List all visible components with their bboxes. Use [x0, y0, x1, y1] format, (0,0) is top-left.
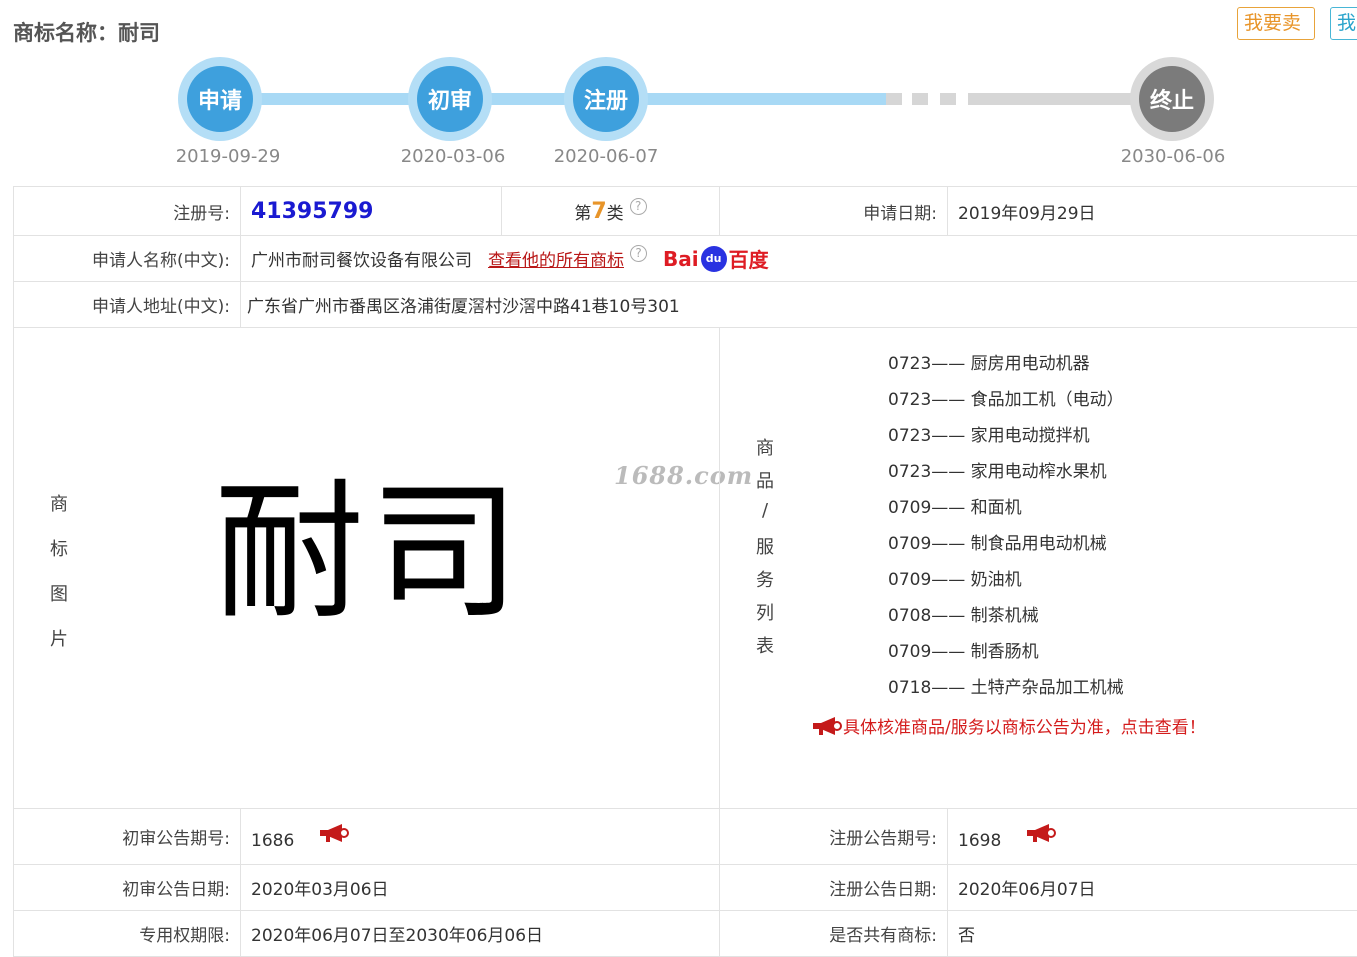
reg-no-label: 注册号:	[13, 187, 240, 235]
applicant-label: 申请人名称(中文):	[13, 236, 240, 281]
mark-image-cell: 商 标 图 片 耐司 1688.com	[13, 328, 752, 808]
trademark-info-table: 注册号: 41395799 第 7 类 ? 申请日期: 2019年09月29日 …	[13, 186, 1357, 957]
timeline-node-prelim: 初审	[408, 57, 492, 141]
table-row: 申请人地址(中文): 广东省广州市番禺区洛浦街厦滘村沙滘中路41巷10号301	[13, 282, 1357, 328]
megaphone-icon	[813, 716, 842, 735]
table-row: 申请人名称(中文): 广州市耐司餐饮设备有限公司 查看他的所有商标 ? Bai …	[13, 236, 1357, 282]
table-row: 初审公告期号: 1686 注册公告期号: 1698	[13, 809, 1357, 865]
baidu-logo-text: Bai	[663, 246, 699, 271]
list-item: 0723—— 家用电动榨水果机	[888, 462, 1107, 482]
timeline-dash	[940, 93, 956, 105]
megaphone-icon[interactable]	[318, 823, 350, 843]
reg-bulletin-no-cell: 1698	[947, 809, 1357, 864]
timeline-date: 2020-03-06	[400, 146, 506, 167]
timeline-node-register: 注册	[564, 57, 648, 141]
prelim-no-value: 1686	[251, 830, 295, 851]
reg-bulletin-no-value: 1698	[958, 830, 1002, 851]
list-item: 0709—— 和面机	[888, 498, 1022, 518]
prelim-date-label: 初审公告日期:	[13, 865, 240, 910]
timeline-node-label: 初审	[417, 66, 483, 132]
list-item: 0723—— 家用电动搅拌机	[888, 426, 1090, 446]
reg-date-label: 注册公告日期:	[719, 865, 947, 910]
mark-goods-section: 商 标 图 片 耐司 1688.com 商 品 / 服 务 列 表 0723——…	[13, 328, 1357, 809]
reg-no-cell: 41395799	[240, 187, 501, 235]
timeline-date: 2030-06-06	[1120, 146, 1226, 167]
table-row: 专用权期限: 2020年06月07日至2030年06月06日 是否共有商标: 否	[13, 911, 1357, 957]
megaphone-icon[interactable]	[1025, 823, 1057, 843]
timeline-dash	[886, 93, 902, 105]
class-prefix: 第	[574, 203, 592, 224]
timeline-node-label: 注册	[573, 66, 639, 132]
sell-button[interactable]: 我要卖	[1237, 7, 1315, 40]
baidu-search-link[interactable]: Bai du 百度	[663, 244, 769, 273]
apply-date-value: 2019年09月29日	[947, 187, 1357, 235]
address-value: 广东省广州市番禺区洛浦街厦滘村沙滘中路41巷10号301	[240, 282, 1357, 327]
list-item: 0709—— 制食品用电动机械	[888, 534, 1107, 554]
page-title: 商标名称：耐司	[13, 21, 160, 45]
shared-value: 否	[947, 911, 1357, 956]
baidu-logo-cn: 百度	[728, 248, 769, 272]
mark-image-label: 商 标 图 片	[50, 494, 68, 650]
timeline-node-label: 终止	[1139, 66, 1205, 132]
goods-list: 0723—— 厨房用电动机器 0723—— 食品加工机（电动） 0723—— 家…	[888, 354, 1124, 714]
class-cell: 第 7 类 ?	[501, 187, 719, 235]
timeline-node-end: 终止	[1130, 57, 1214, 141]
goods-notice-link[interactable]: 具体核准商品/服务以商标公告为准，点击查看！	[811, 713, 1206, 738]
timeline-date: 2020-06-07	[553, 146, 659, 167]
timeline-progress-line	[220, 93, 886, 105]
baidu-paw-icon: du	[700, 245, 727, 272]
apply-date-label: 申请日期:	[719, 187, 947, 235]
timeline-node-apply: 申请	[178, 57, 262, 141]
class-number: 7	[591, 198, 607, 224]
trademark-detail-page: 商标名称：耐司 我要卖 我 申请 初审 注册 终止 2019-09-29 202…	[0, 0, 1357, 957]
help-icon[interactable]: ?	[629, 197, 647, 215]
timeline-date: 2019-09-29	[175, 146, 281, 167]
address-label: 申请人地址(中文):	[13, 282, 240, 327]
list-item: 0723—— 食品加工机（电动）	[888, 390, 1124, 410]
all-marks-link[interactable]: 查看他的所有商标	[488, 246, 624, 271]
applicant-value: 广州市耐司餐饮设备有限公司	[251, 251, 472, 271]
prelim-date-value: 2020年03月06日	[240, 865, 719, 910]
goods-cell: 商 品 / 服 务 列 表 0723—— 厨房用电动机器 0723—— 食品加工…	[719, 328, 1357, 808]
list-item: 0709—— 制香肠机	[888, 642, 1039, 662]
applicant-cell: 广州市耐司餐饮设备有限公司 查看他的所有商标 ? Bai du 百度	[240, 236, 1357, 281]
timeline-node-label: 申请	[187, 66, 253, 132]
table-row: 注册号: 41395799 第 7 类 ? 申请日期: 2019年09月29日	[13, 187, 1357, 236]
timeline-dash	[912, 93, 928, 105]
reg-bulletin-no-label: 注册公告期号:	[719, 809, 947, 864]
term-label: 专用权期限:	[13, 911, 240, 956]
buy-button[interactable]: 我	[1330, 7, 1357, 40]
goods-list-label: 商 品 / 服 务 列 表	[756, 438, 774, 657]
class-suffix: 类	[606, 203, 624, 224]
term-value: 2020年06月07日至2030年06月06日	[240, 911, 719, 956]
prelim-no-label: 初审公告期号:	[13, 809, 240, 864]
help-icon[interactable]: ?	[630, 245, 647, 262]
reg-no-value: 41395799	[251, 198, 374, 224]
table-row: 初审公告日期: 2020年03月06日 注册公告日期: 2020年06月07日	[13, 865, 1357, 911]
list-item: 0723—— 厨房用电动机器	[888, 354, 1090, 374]
reg-date-value: 2020年06月07日	[947, 865, 1357, 910]
shared-label: 是否共有商标:	[719, 911, 947, 956]
list-item: 0708—— 制茶机械	[888, 606, 1039, 626]
prelim-no-cell: 1686	[240, 809, 719, 864]
trademark-image: 耐司	[214, 466, 527, 640]
list-item: 0718—— 土特产杂品加工机械	[888, 678, 1124, 698]
list-item: 0709—— 奶油机	[888, 570, 1022, 590]
